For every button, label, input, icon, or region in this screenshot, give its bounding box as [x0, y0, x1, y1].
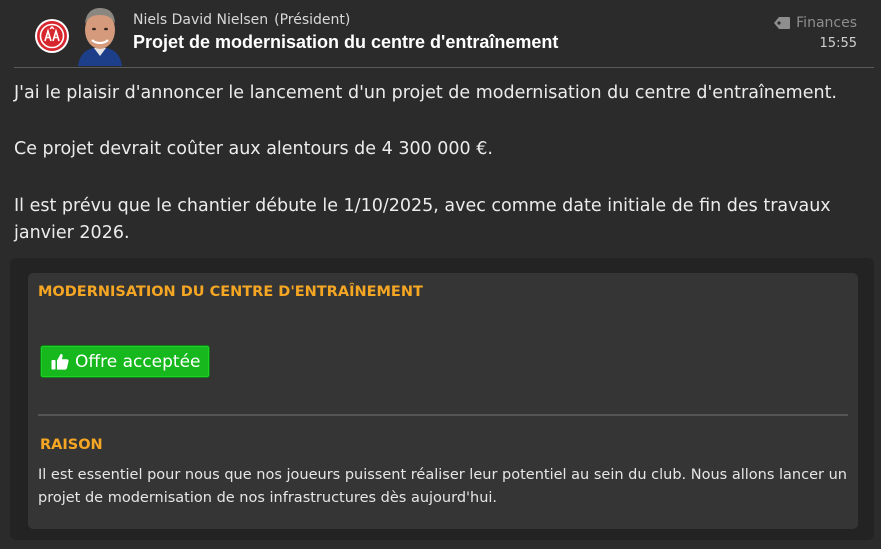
message-paragraph-2: Ce projet devrait coûter aux alentours d…: [14, 139, 493, 159]
message-header: Niels David Nielsen (Président) Projet de…: [0, 0, 881, 68]
tag-icon: [774, 17, 791, 29]
message-time: 15:55: [819, 36, 857, 51]
avatar: [72, 2, 128, 66]
decision-title: MODERNISATION DU CENTRE D'ENTRAÎNEMENT: [38, 284, 423, 300]
thumbs-up-icon: [51, 353, 69, 370]
sender-line: Niels David Nielsen (Président): [133, 12, 350, 28]
message-subject: Projet de modernisation du centre d'entr…: [133, 32, 559, 52]
reason-text: Il est essentiel pour nous que nos joueu…: [38, 467, 847, 506]
message-paragraph-1: J'ai le plaisir d'annoncer le lancement …: [14, 83, 837, 103]
header-divider: [14, 67, 874, 68]
offer-accepted-label: Offre acceptée: [75, 351, 201, 372]
sender-role: (Président): [274, 12, 351, 28]
decision-divider: [38, 414, 848, 416]
offer-accepted-button[interactable]: Offre acceptée: [40, 345, 210, 378]
club-badge-icon: [35, 19, 69, 53]
sender-name[interactable]: Niels David Nielsen: [133, 12, 268, 28]
category-label[interactable]: Finances: [774, 15, 857, 31]
category-text: Finances: [796, 15, 857, 31]
message-paragraph-3: Il est prévu que le chantier débute le 1…: [14, 196, 831, 243]
reason-title: RAISON: [40, 437, 103, 453]
